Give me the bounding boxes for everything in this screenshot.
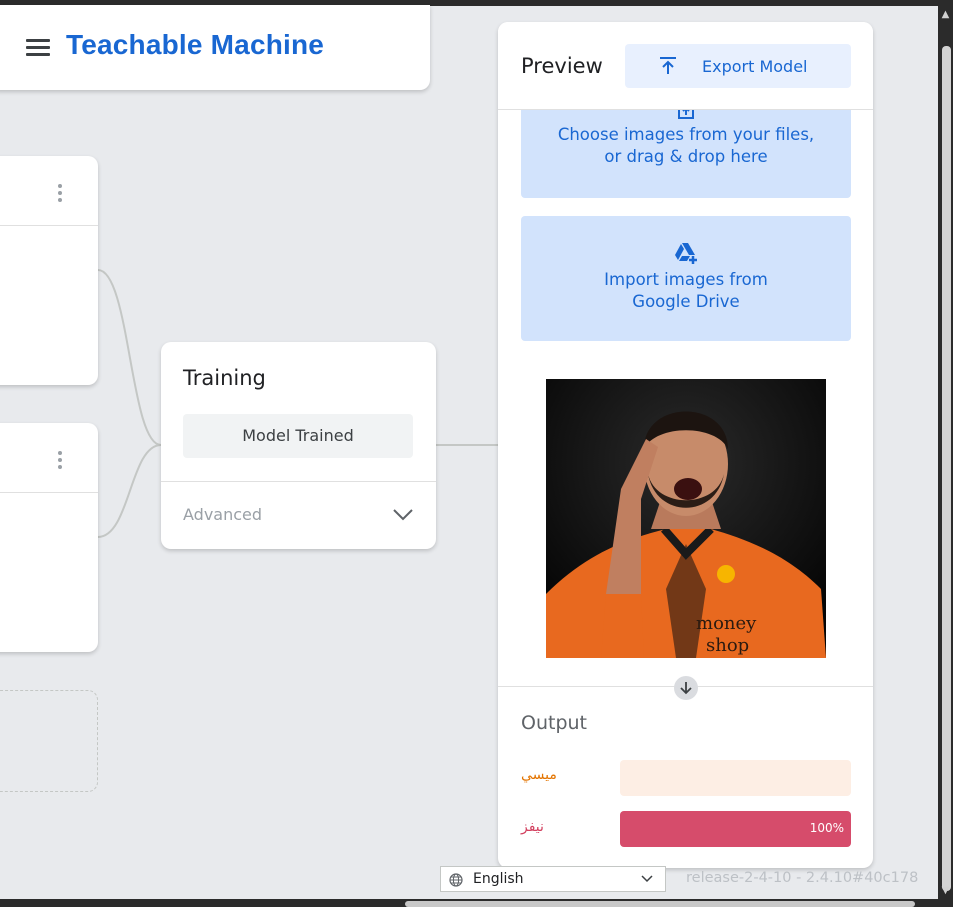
add-class-placeholder[interactable] [0, 690, 98, 792]
confidence-percent: 100% [809, 821, 844, 835]
output-class-label: ميسي [521, 767, 557, 783]
preview-header: Preview Export Model [498, 22, 873, 110]
export-model-label: Export Model [702, 57, 808, 76]
confidence-bar [620, 760, 851, 796]
class-card-header [0, 156, 98, 226]
class-card-header [0, 423, 98, 493]
kebab-icon[interactable] [57, 184, 63, 204]
scroll-down-icon[interactable]: ▼ [939, 885, 952, 897]
confidence-bar: 100% [620, 811, 851, 847]
import-drive-button[interactable]: Import images from Google Drive [521, 216, 851, 341]
globe-icon [449, 873, 463, 887]
drive-line1: Import images from [604, 270, 768, 289]
app-header: Teachable Machine [0, 5, 430, 90]
advanced-label: Advanced [183, 505, 263, 524]
training-title: Training [183, 366, 266, 390]
export-model-button[interactable]: Export Model [625, 44, 851, 88]
chevron-down-icon [393, 509, 413, 521]
train-model-button[interactable]: Model Trained [183, 414, 413, 458]
training-card: Training Model Trained Advanced [161, 342, 436, 549]
scrollbar-thumb[interactable] [942, 46, 951, 891]
class-card [0, 423, 98, 652]
arrow-down-icon[interactable] [674, 676, 698, 700]
google-drive-icon [675, 243, 697, 264]
app-title: Teachable Machine [66, 29, 325, 60]
output-title: Output [521, 712, 587, 734]
language-select[interactable]: English [440, 866, 666, 892]
svg-text:shop: shop [706, 635, 749, 656]
upload-files-line2: or drag & drop here [604, 147, 768, 166]
upload-files-line1: Choose images from your files, [557, 125, 815, 144]
preview-panel: Preview Export Model Choose images from … [498, 22, 873, 868]
horizontal-scrollbar-thumb[interactable] [405, 901, 915, 907]
menu-icon[interactable] [26, 39, 50, 57]
version-label: release-2-4-10 - 2.4.10#40c178 [686, 870, 919, 886]
class-card [0, 156, 98, 385]
svg-text:money: money [696, 613, 757, 634]
kebab-icon[interactable] [57, 451, 63, 471]
language-label: English [473, 871, 524, 887]
export-icon [660, 57, 676, 74]
output-class-label: نيفز [521, 819, 544, 835]
preview-title: Preview [521, 54, 603, 78]
preview-image: money shop [546, 379, 826, 658]
scroll-up-icon[interactable]: ▲ [939, 9, 952, 21]
advanced-toggle[interactable]: Advanced [161, 482, 436, 549]
chevron-down-icon [641, 875, 653, 883]
drive-line2: Google Drive [632, 292, 740, 311]
